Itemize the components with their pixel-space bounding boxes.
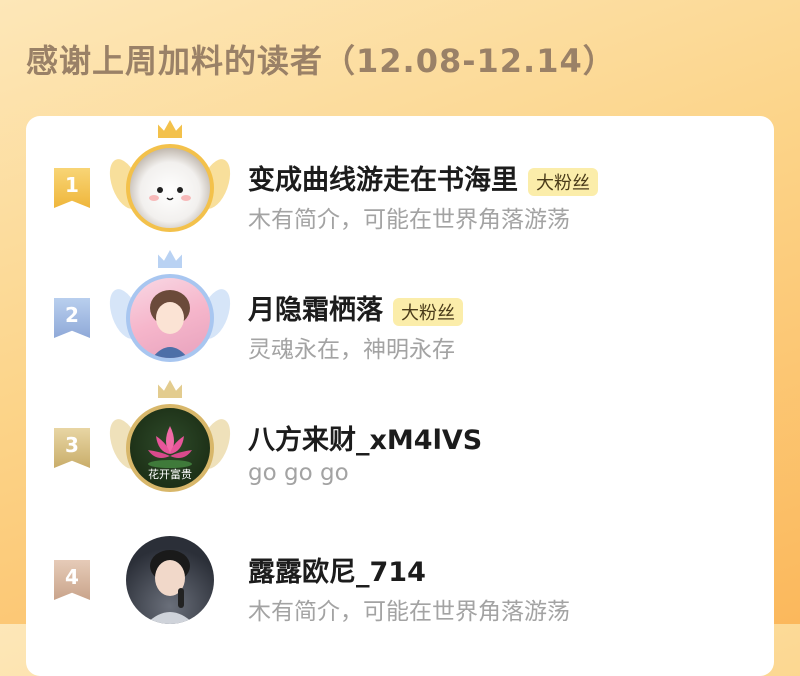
list-item[interactable]: 4 露露欧尼_714 木有简介，可能在世界角落游荡 xyxy=(26,520,774,640)
crown-icon xyxy=(158,380,182,398)
singer-avatar-icon xyxy=(126,536,214,624)
rank-badge: 1 xyxy=(54,168,90,208)
reader-name[interactable]: 八方来财_xM4lVS xyxy=(248,418,482,457)
avatar[interactable] xyxy=(103,250,237,378)
list-item[interactable]: 3 花开富贵 八方来财_xM4lVS go go go xyxy=(26,380,774,508)
fan-badge: 大粉丝 xyxy=(528,167,598,196)
rank-badge: 4 xyxy=(54,560,90,600)
list-item[interactable]: 2 月隐霜栖落 大粉丝 灵魂永在，神明永存 xyxy=(26,250,774,378)
avatar-caption: 花开富贵 xyxy=(148,468,192,481)
reader-bio: 木有简介，可能在世界角落游荡 xyxy=(248,599,570,625)
reader-name-text: 变成曲线游走在书海里 xyxy=(248,165,518,196)
reader-bio: 木有简介，可能在世界角落游荡 xyxy=(248,207,570,233)
avatar[interactable] xyxy=(103,120,237,248)
reader-name[interactable]: 月隐霜栖落 大粉丝 xyxy=(248,288,463,327)
reader-list-card: 1 变成曲线游走在书海里 大粉丝 木有简介，可能在世界角落游荡 2 月隐霜栖落 … xyxy=(26,116,774,676)
reader-name[interactable]: 变成曲线游走在书海里 大粉丝 xyxy=(248,158,598,197)
lotus-avatar-icon: 花开富贵 xyxy=(126,404,214,492)
list-item[interactable]: 1 变成曲线游走在书海里 大粉丝 木有简介，可能在世界角落游荡 xyxy=(26,120,774,248)
crown-icon xyxy=(158,250,182,268)
avatar[interactable] xyxy=(110,520,230,640)
anime-boy-avatar-icon xyxy=(126,274,214,362)
reader-bio: go go go xyxy=(248,460,349,486)
fan-badge: 大粉丝 xyxy=(393,297,463,326)
page-title: 感谢上周加料的读者（12.08-12.14） xyxy=(26,42,616,80)
reader-name[interactable]: 露露欧尼_714 xyxy=(248,550,426,589)
avatar[interactable]: 花开富贵 xyxy=(103,380,237,508)
reader-bio: 灵魂永在，神明永存 xyxy=(248,337,455,363)
rank-badge: 3 xyxy=(54,428,90,468)
reader-name-text: 月隐霜栖落 xyxy=(248,295,383,326)
crown-icon xyxy=(158,120,182,138)
white-cat-avatar-icon xyxy=(126,144,214,232)
rank-badge: 2 xyxy=(54,298,90,338)
